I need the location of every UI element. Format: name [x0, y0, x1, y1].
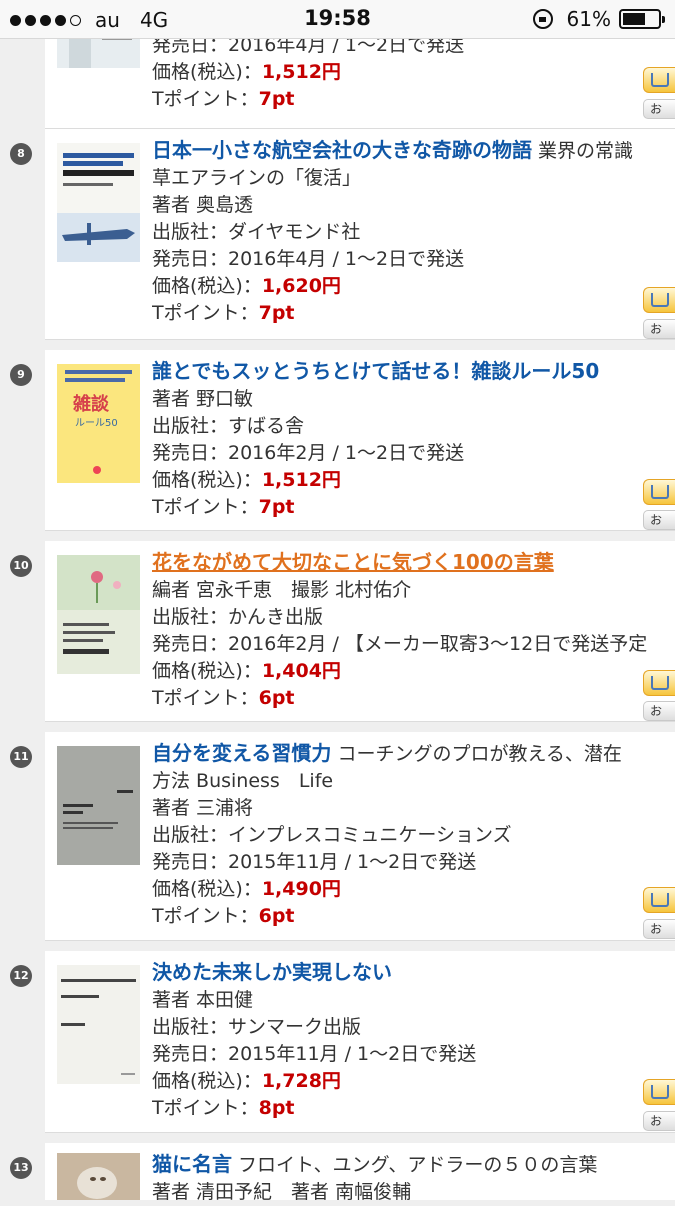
- points: 7pt: [258, 88, 295, 110]
- book-subtitle: フロイト、ユング、アドラーの５０の言葉: [232, 1154, 598, 1176]
- book-cover[interactable]: [57, 555, 140, 674]
- carrier-name: au: [95, 8, 120, 32]
- price-label: 価格(税込)：: [152, 878, 262, 900]
- price: 1,490円: [261, 878, 341, 900]
- list-item: 12 決めた未来しか実現しない 著者 本田健 出版社：サンマーク出版 発売日：2…: [10, 951, 675, 1133]
- book-title-link[interactable]: 猫に名言: [152, 1152, 232, 1176]
- book-cover[interactable]: [57, 1153, 140, 1200]
- signal-strength-icon: [10, 14, 81, 26]
- price: 1,512円: [261, 469, 341, 491]
- book-subtitle-cont: 草エアラインの「復活」: [152, 167, 362, 189]
- network-type: 4G: [139, 8, 169, 32]
- release-info: 発売日：2016年2月 / 【メーカー取寄3～12日で発送予定: [152, 633, 648, 655]
- book-cover[interactable]: [57, 965, 140, 1084]
- release-info: 発売日：2016年2月 / 1～2日で発送: [152, 442, 465, 464]
- point-label: Tポイント：: [152, 687, 259, 709]
- list-item: 9 雑談 ルール50 誰とでもスッとうちとけて話せる！雑談ルール50 著者 野口…: [10, 350, 675, 531]
- price: 1,512円: [261, 61, 341, 83]
- rotation-lock-icon: [532, 9, 553, 29]
- book-title-link[interactable]: 誰とでもスッとうちとけて話せる！雑談ルール50: [152, 359, 599, 383]
- svg-text:ルール50: ルール50: [75, 418, 118, 429]
- points: 6pt: [258, 687, 295, 709]
- wishlist-button[interactable]: お: [643, 319, 675, 339]
- book-title-link[interactable]: 自分を変える習慣力: [152, 741, 331, 765]
- points: 7pt: [258, 496, 295, 518]
- point-label: Tポイント：: [152, 88, 259, 110]
- price-label: 価格(税込)：: [152, 469, 262, 491]
- author: 著者 清田予紀 著者 南幅俊輔: [152, 1181, 412, 1203]
- book-subtitle: コーチングのプロが教える、潜在: [331, 743, 622, 765]
- price-label: 価格(税込)：: [152, 61, 262, 83]
- author: 著者 野口敏: [152, 388, 254, 410]
- price: 1,728円: [261, 1070, 341, 1092]
- publisher: 出版社：インプレスコミュニケーションズ: [152, 824, 512, 846]
- list-item: 11 自分を変える習慣力 コーチングのプロが教える、潜在 方法 Business…: [10, 732, 675, 941]
- book-cover[interactable]: [57, 746, 140, 865]
- release-info: 発売日：2016年4月 / 1～2日で発送: [152, 248, 465, 270]
- add-to-cart-button[interactable]: [643, 887, 675, 913]
- wishlist-button[interactable]: お: [643, 919, 675, 939]
- wishlist-button[interactable]: お: [643, 510, 675, 530]
- points: 7pt: [258, 302, 295, 324]
- book-title-link[interactable]: 決めた未来しか実現しない: [152, 960, 392, 984]
- battery-percent: 61%: [566, 7, 611, 31]
- release-info: 発売日：2015年11月 / 1～2日で発送: [152, 1043, 477, 1065]
- price-label: 価格(税込)：: [152, 1070, 262, 1092]
- rank-badge: 13: [10, 1157, 32, 1179]
- battery-icon: [619, 9, 665, 29]
- add-to-cart-button[interactable]: [643, 287, 675, 313]
- point-label: Tポイント：: [152, 905, 259, 927]
- price: 1,404円: [261, 660, 341, 682]
- add-to-cart-button[interactable]: [643, 670, 675, 696]
- wishlist-button[interactable]: お: [643, 99, 675, 119]
- author: 著者 本田健: [152, 989, 254, 1011]
- wishlist-button[interactable]: お: [643, 1111, 675, 1131]
- rank-badge: 12: [10, 965, 32, 987]
- status-bar: au 4G 19:58 61%: [0, 0, 675, 39]
- publisher: 出版社：すばる舎: [152, 415, 305, 437]
- rank-badge: 11: [10, 746, 32, 768]
- publisher: 出版社：ダイヤモンド社: [152, 221, 361, 243]
- book-title-link[interactable]: 花をながめて大切なことに気づく100の言葉: [152, 550, 554, 574]
- status-left: au 4G: [10, 8, 168, 32]
- book-subtitle-cont: 方法 Business Life: [152, 770, 334, 792]
- point-label: Tポイント：: [152, 1097, 259, 1119]
- book-title-link[interactable]: 日本一小さな航空会社の大きな奇跡の物語: [152, 138, 532, 162]
- point-label: Tポイント：: [152, 302, 259, 324]
- wishlist-button[interactable]: お: [643, 701, 675, 721]
- points: 8pt: [258, 1097, 295, 1119]
- svg-text:雑談: 雑談: [72, 393, 110, 415]
- release-info: 発売日：2015年11月 / 1～2日で発送: [152, 851, 477, 873]
- price-label: 価格(税込)：: [152, 275, 262, 297]
- rank-badge: 10: [10, 555, 32, 577]
- book-subtitle: 業界の常識: [532, 140, 634, 162]
- points: 6pt: [258, 905, 295, 927]
- author: 編者 宮永千恵 撮影 北村佑介: [152, 579, 412, 601]
- publisher: 出版社：かんき出版: [152, 606, 324, 628]
- book-cover[interactable]: [57, 143, 140, 262]
- price-label: 価格(税込)：: [152, 660, 262, 682]
- book-cover[interactable]: 雑談 ルール50: [57, 364, 140, 483]
- list-item: 8 日本一小さな航空会社の大きな奇跡の物語 業界の常識 草エアラインの「復活」 …: [10, 129, 675, 340]
- rank-badge: 9: [10, 364, 32, 386]
- price: 1,620円: [261, 275, 341, 297]
- list-item: 10 花をながめて大切なことに気づく100の言葉 編者 宮永千恵 撮影 北村佑介…: [10, 541, 675, 722]
- status-right: 61%: [532, 7, 665, 31]
- list-item: 13 猫に名言 フロイト、ユング、アドラーの５０の言葉 著者 清田予紀 著者 南…: [10, 1143, 675, 1203]
- point-label: Tポイント：: [152, 496, 259, 518]
- author: 著者 奥島透: [152, 194, 254, 216]
- author: 著者 三浦将: [152, 797, 254, 819]
- add-to-cart-button[interactable]: [643, 67, 675, 93]
- add-to-cart-button[interactable]: [643, 1079, 675, 1105]
- add-to-cart-button[interactable]: [643, 479, 675, 505]
- publisher: 出版社：サンマーク出版: [152, 1016, 362, 1038]
- rank-badge: 8: [10, 143, 32, 165]
